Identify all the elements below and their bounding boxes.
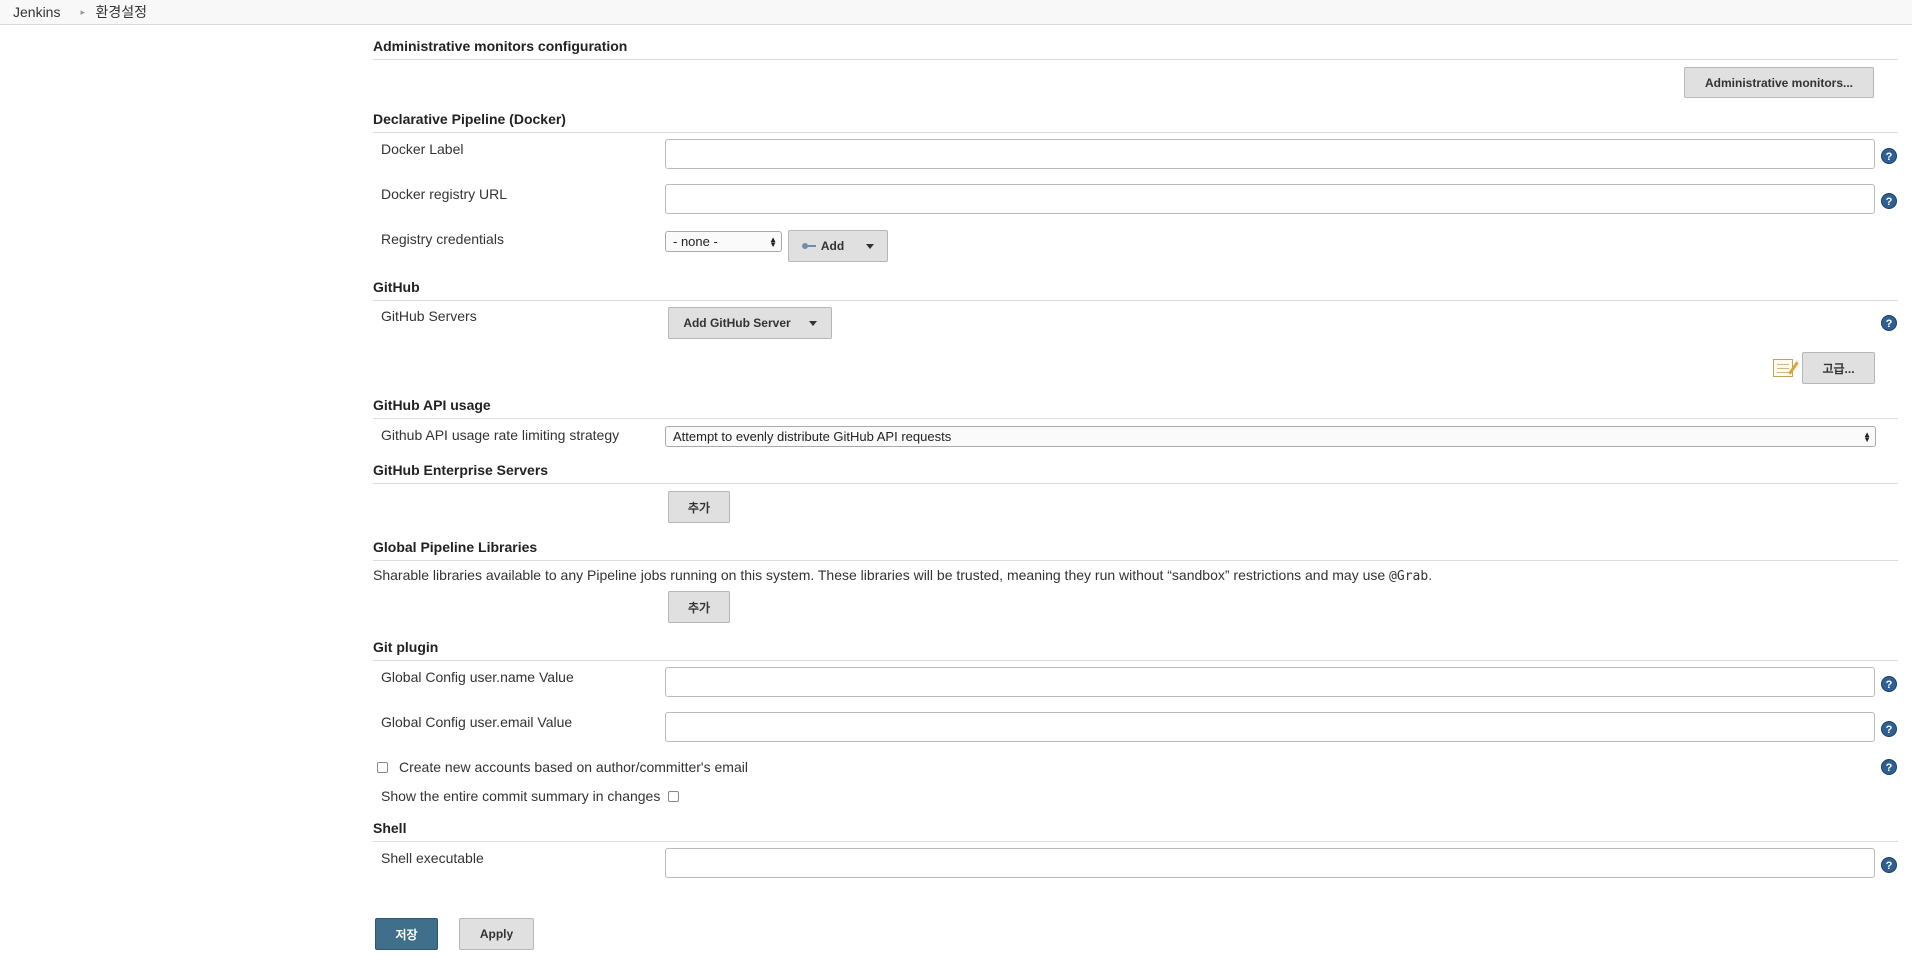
section-admin-monitors-title: Administrative monitors configuration <box>373 38 1898 60</box>
key-icon <box>801 243 816 249</box>
section-shell-title: Shell <box>373 820 1898 842</box>
add-enterprise-server-button[interactable]: 추가 <box>668 491 730 523</box>
docker-registry-url-help-icon[interactable]: ? <box>1881 193 1897 209</box>
administrative-monitors-button[interactable]: Administrative monitors... <box>1684 67 1874 98</box>
notepad-icon <box>1773 359 1793 377</box>
docker-registry-url-input[interactable] <box>665 184 1875 214</box>
commit-summary-checkbox[interactable] <box>668 791 679 802</box>
registry-credentials-label: Registry credentials <box>381 231 504 247</box>
add-github-server-button[interactable]: Add GitHub Server <box>668 307 832 339</box>
registry-credentials-select[interactable]: - none - ▲ ▼ <box>665 231 782 252</box>
breadcrumb-separator-icon: ▸ <box>80 6 85 17</box>
git-user-email-help-icon[interactable]: ? <box>1881 721 1897 737</box>
advanced-button[interactable]: 고급... <box>1802 352 1875 384</box>
docker-registry-url-label: Docker registry URL <box>381 186 508 202</box>
section-github-api-title: GitHub API usage <box>373 397 1898 419</box>
section-github-title: GitHub <box>373 279 1898 301</box>
breadcrumb-jenkins[interactable]: Jenkins <box>0 4 60 20</box>
section-docker-title: Declarative Pipeline (Docker) <box>373 111 1898 133</box>
shell-executable-input[interactable] <box>665 848 1875 878</box>
global-libraries-description-suffix: . <box>1428 567 1433 583</box>
add-github-server-label: Add GitHub Server <box>683 316 791 330</box>
docker-label-help-icon[interactable]: ? <box>1881 148 1897 164</box>
commit-summary-label: Show the entire commit summary in change… <box>381 788 661 804</box>
global-libraries-description: Sharable libraries available to any Pipe… <box>373 567 1432 584</box>
chevron-down-icon[interactable] <box>866 243 875 249</box>
create-accounts-checkbox[interactable] <box>377 762 388 773</box>
select-arrows-icon: ▲ ▼ <box>769 234 777 249</box>
section-git-plugin-title: Git plugin <box>373 639 1898 661</box>
breadcrumb-configure[interactable]: 환경설정 <box>95 2 147 22</box>
save-button[interactable]: 저장 <box>375 918 438 950</box>
chevron-down-icon[interactable] <box>808 320 817 326</box>
select-arrows-icon: ▲ ▼ <box>1863 429 1871 444</box>
add-credentials-label: Add <box>820 239 845 253</box>
git-user-name-help-icon[interactable]: ? <box>1881 676 1897 692</box>
registry-credentials-value: - none - <box>673 234 718 249</box>
github-api-strategy-select[interactable]: Attempt to evenly distribute GitHub API … <box>665 426 1876 447</box>
shell-executable-label: Shell executable <box>381 850 484 866</box>
docker-label-input[interactable] <box>665 139 1875 169</box>
github-servers-label: GitHub Servers <box>381 308 477 324</box>
github-api-strategy-value: Attempt to evenly distribute GitHub API … <box>673 429 952 444</box>
global-libraries-description-text: Sharable libraries available to any Pipe… <box>373 567 1390 583</box>
docker-label-label: Docker Label <box>381 141 464 157</box>
shell-executable-help-icon[interactable]: ? <box>1881 857 1897 873</box>
add-library-button[interactable]: 추가 <box>668 591 730 623</box>
github-api-strategy-label: Github API usage rate limiting strategy <box>381 427 620 443</box>
git-user-name-label: Global Config user.name Value <box>381 669 574 685</box>
apply-button[interactable]: Apply <box>459 918 534 950</box>
create-accounts-label: Create new accounts based on author/comm… <box>399 759 748 775</box>
git-user-email-label: Global Config user.email Value <box>381 714 573 730</box>
github-servers-help-icon[interactable]: ? <box>1881 315 1897 331</box>
breadcrumb: Jenkins ▸ 환경설정 <box>0 0 1912 25</box>
section-global-libraries-title: Global Pipeline Libraries <box>373 539 1898 561</box>
grab-code: @Grab <box>1389 569 1429 584</box>
git-user-name-input[interactable] <box>665 667 1875 697</box>
create-accounts-help-icon[interactable]: ? <box>1881 759 1897 775</box>
git-user-email-input[interactable] <box>665 712 1875 742</box>
section-github-enterprise-title: GitHub Enterprise Servers <box>373 462 1898 484</box>
add-credentials-button[interactable]: Add <box>788 230 888 262</box>
